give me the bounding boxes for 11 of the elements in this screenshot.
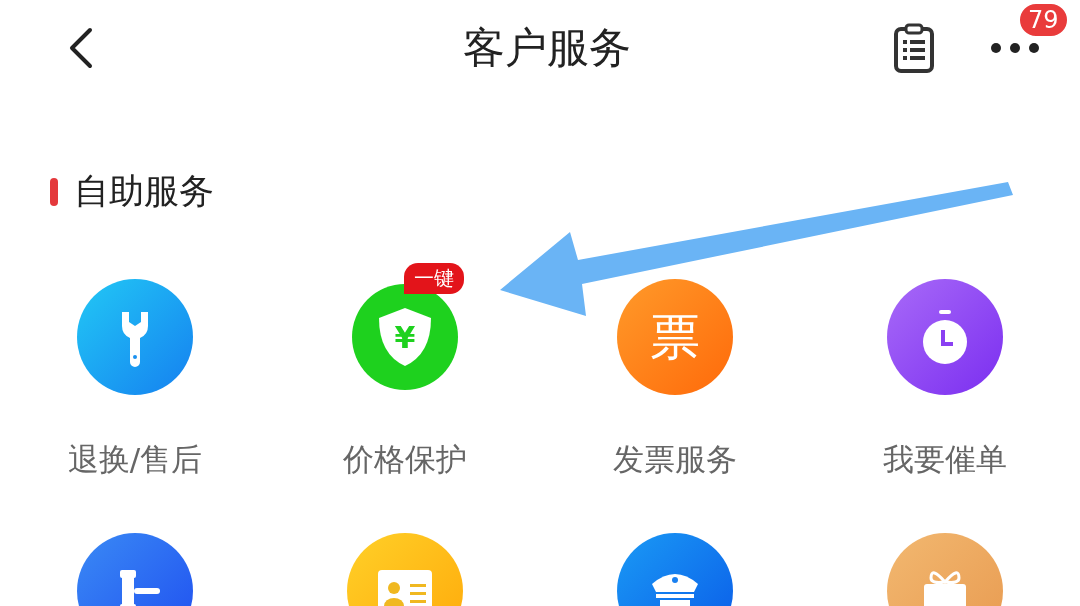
service-label[interactable]: 退换/售后 — [67, 439, 203, 481]
more-icon[interactable] — [990, 42, 1040, 54]
tag-badge: 一键 — [404, 263, 464, 294]
section-title: 自助服务 — [74, 170, 214, 213]
notification-badge: 79 — [1018, 2, 1069, 38]
service-label[interactable]: 价格保护 — [343, 439, 467, 481]
section-marker — [50, 177, 58, 206]
page-title: 客户服务 — [462, 22, 632, 74]
service-label[interactable]: 我要催单 — [883, 439, 1007, 481]
clipboard-icon[interactable] — [892, 23, 936, 73]
service-label[interactable]: 发票服务 — [613, 439, 737, 481]
